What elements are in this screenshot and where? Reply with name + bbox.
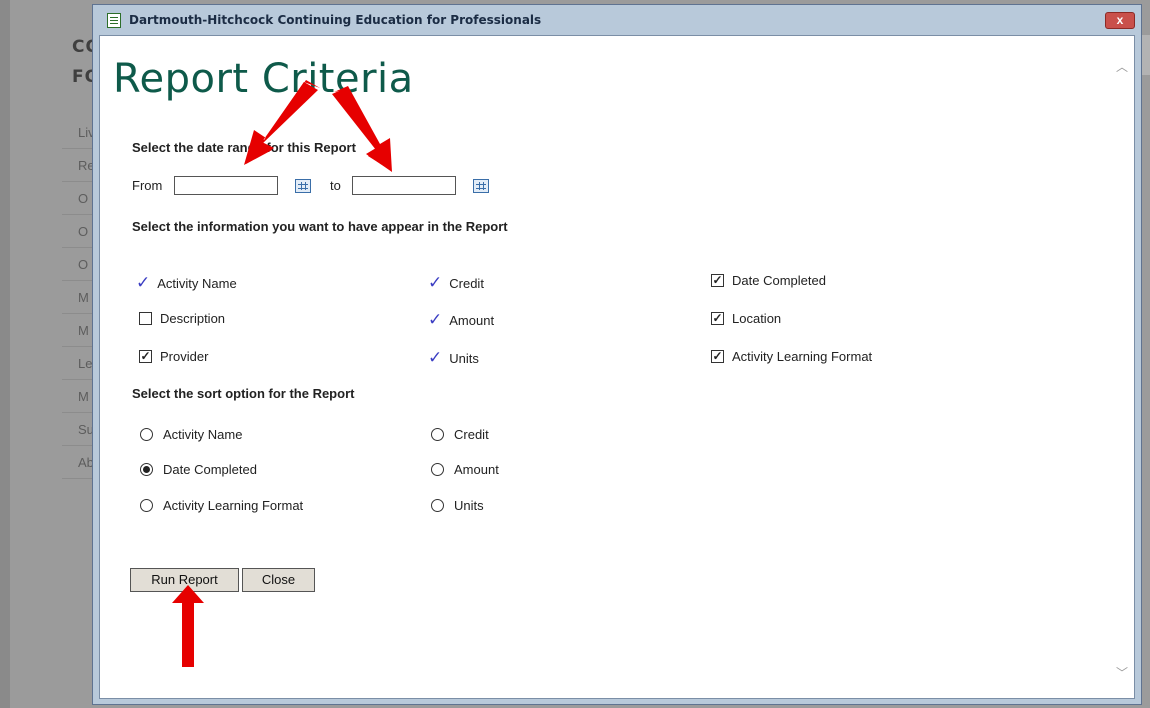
- radio-button[interactable]: [140, 427, 153, 441]
- to-calendar-icon[interactable]: [473, 179, 489, 193]
- radio-button[interactable]: [431, 427, 444, 441]
- dialog-close-icon[interactable]: x: [1105, 12, 1135, 29]
- radio-button[interactable]: [140, 498, 153, 512]
- sort-option-date-completed[interactable]: Date Completed: [140, 460, 257, 478]
- from-calendar-icon[interactable]: [295, 179, 311, 193]
- radio-button-selected[interactable]: [140, 462, 153, 476]
- annotation-arrow-run: [172, 585, 204, 667]
- checkbox-unchecked[interactable]: [139, 311, 152, 325]
- info-option-activity-learning-format[interactable]: ✓ Activity Learning Format: [711, 347, 872, 365]
- dialog-titlebar[interactable]: Dartmouth-Hitchcock Continuing Education…: [93, 5, 1141, 35]
- dialog-title: Dartmouth-Hitchcock Continuing Education…: [129, 13, 542, 27]
- info-section-label: Select the information you want to have …: [132, 219, 508, 234]
- to-label: to: [330, 178, 341, 193]
- info-option-description[interactable]: Description: [139, 309, 225, 327]
- annotation-arrow-to: [332, 86, 392, 172]
- checkbox-checked[interactable]: ✓: [139, 349, 152, 363]
- info-option-amount: ✓ Amount: [428, 310, 495, 329]
- checkmark-icon: ✓: [428, 348, 443, 367]
- info-option-credit: ✓ Credit: [428, 273, 484, 292]
- checkmark-icon: ✓: [428, 310, 443, 329]
- checkmark-icon: ✓: [136, 273, 151, 292]
- from-date-input[interactable]: [174, 176, 278, 195]
- sort-option-credit[interactable]: Credit: [431, 425, 489, 443]
- info-option-provider[interactable]: ✓ Provider: [139, 347, 208, 365]
- to-date-input[interactable]: [352, 176, 456, 195]
- scrollbar[interactable]: ︿ ﹀: [1114, 36, 1134, 698]
- info-option-activity-name: ✓ Activity Name: [136, 273, 237, 292]
- sort-option-activity-learning-format[interactable]: Activity Learning Format: [140, 496, 303, 514]
- sort-option-units[interactable]: Units: [431, 496, 484, 514]
- sort-option-amount[interactable]: Amount: [431, 460, 499, 478]
- sort-section-label: Select the sort option for the Report: [132, 386, 355, 401]
- close-button[interactable]: Close: [242, 568, 315, 592]
- document-icon: [107, 13, 121, 28]
- radio-button[interactable]: [431, 498, 444, 512]
- info-option-units: ✓ Units: [428, 348, 479, 367]
- annotation-arrow-from: [244, 80, 320, 165]
- radio-button[interactable]: [431, 462, 444, 476]
- checkbox-checked[interactable]: ✓: [711, 349, 724, 363]
- from-label: From: [132, 178, 163, 193]
- info-option-location[interactable]: ✓ Location: [711, 309, 781, 327]
- checkbox-checked[interactable]: ✓: [711, 311, 724, 325]
- sort-option-activity-name[interactable]: Activity Name: [140, 425, 242, 443]
- scroll-up-icon[interactable]: ︿: [1116, 58, 1128, 75]
- checkbox-checked[interactable]: ✓: [711, 273, 724, 287]
- checkmark-icon: ✓: [428, 273, 443, 292]
- scroll-down-icon[interactable]: ﹀: [1116, 664, 1128, 681]
- info-option-date-completed[interactable]: ✓ Date Completed: [711, 271, 826, 289]
